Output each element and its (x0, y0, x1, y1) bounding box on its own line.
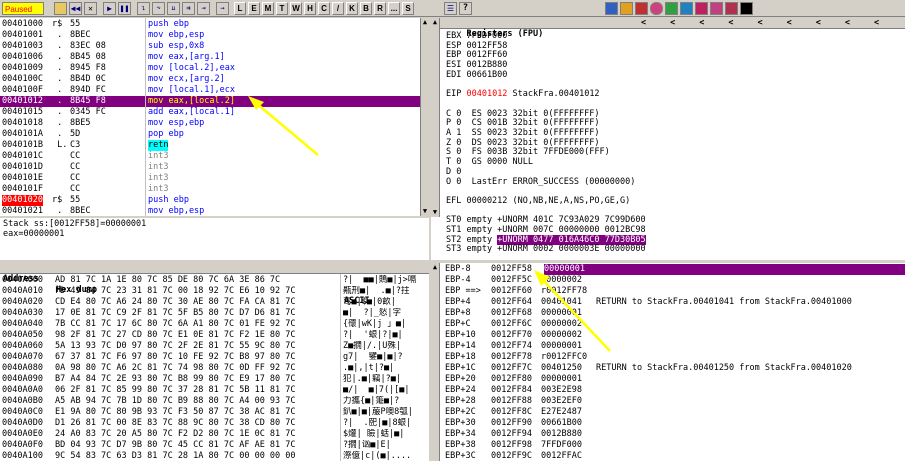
annotation-arrows (248, 96, 611, 352)
yellow-arrow-icon (248, 96, 319, 156)
yellow-arrow-icon (534, 270, 611, 352)
